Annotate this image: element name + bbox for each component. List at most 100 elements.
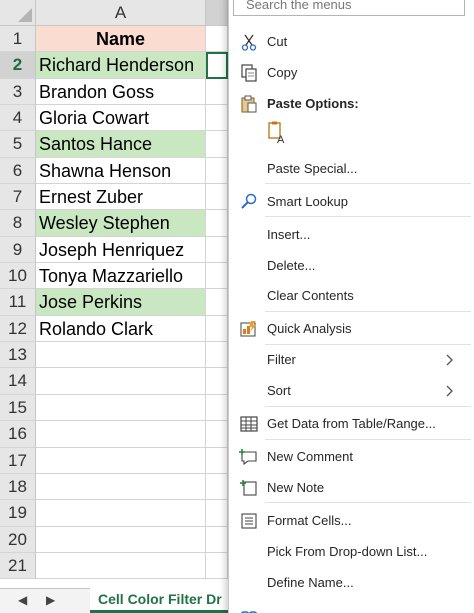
cell-b[interactable] bbox=[206, 263, 228, 290]
scroll-tabs-right-icon[interactable]: ▶ bbox=[46, 593, 55, 607]
cell-b[interactable] bbox=[206, 236, 228, 264]
cell-a4[interactable]: Gloria Cowart bbox=[36, 105, 206, 132]
cell-b[interactable] bbox=[206, 26, 228, 53]
menu-item-link-partial[interactable] bbox=[229, 602, 474, 613]
cell-b[interactable] bbox=[206, 526, 228, 553]
row-header[interactable]: 7 bbox=[0, 184, 36, 211]
menu-item-format-cells[interactable]: Format Cells... bbox=[229, 508, 474, 534]
menu-item-pick-dropdown[interactable]: Pick From Drop-down List... bbox=[229, 539, 474, 565]
cell-empty[interactable] bbox=[36, 447, 206, 474]
menu-search-input[interactable]: Search the menus bbox=[233, 0, 465, 16]
row-header[interactable]: 15 bbox=[0, 394, 36, 422]
row-header[interactable]: 17 bbox=[0, 447, 36, 474]
row-header[interactable]: 16 bbox=[0, 421, 36, 448]
cell-empty[interactable] bbox=[36, 552, 206, 580]
menu-label: Define Name... bbox=[267, 575, 354, 590]
row-header[interactable]: 8 bbox=[0, 210, 36, 237]
cell-b[interactable] bbox=[206, 394, 228, 422]
cell-a10[interactable]: Tonya Mazzariello bbox=[36, 263, 206, 290]
cell-a12[interactable]: Rolando Clark bbox=[36, 315, 206, 343]
cell-b[interactable] bbox=[206, 342, 228, 369]
row-header[interactable]: 6 bbox=[0, 157, 36, 185]
row-header[interactable]: 19 bbox=[0, 500, 36, 527]
cell-a5[interactable]: Santos Hance bbox=[36, 131, 206, 158]
menu-item-insert[interactable]: Insert... bbox=[229, 222, 474, 248]
row-header[interactable]: 13 bbox=[0, 342, 36, 369]
menu-item-new-note[interactable]: New Note bbox=[229, 475, 474, 501]
table-row: 21 bbox=[0, 552, 228, 580]
cell-b[interactable] bbox=[206, 105, 228, 132]
row-header[interactable]: 12 bbox=[0, 315, 36, 343]
column-header-a[interactable]: A bbox=[36, 0, 206, 26]
cell-a8[interactable]: Wesley Stephen bbox=[36, 210, 206, 237]
cell-a7[interactable]: Ernest Zuber bbox=[36, 184, 206, 211]
row-header[interactable]: 4 bbox=[0, 105, 36, 132]
menu-separator bbox=[265, 439, 471, 440]
column-header-b[interactable] bbox=[206, 0, 228, 26]
cell-b[interactable] bbox=[206, 289, 228, 316]
cell-a2[interactable]: Richard Henderson bbox=[36, 52, 206, 79]
cell-empty[interactable] bbox=[36, 500, 206, 527]
cell-b[interactable] bbox=[206, 78, 228, 106]
cell-b[interactable] bbox=[206, 552, 228, 580]
row-header[interactable]: 14 bbox=[0, 368, 36, 395]
cell-b[interactable] bbox=[206, 315, 228, 343]
table-row: 19 bbox=[0, 500, 228, 527]
table-row: 18 bbox=[0, 473, 228, 501]
row-header[interactable]: 5 bbox=[0, 131, 36, 158]
cell-a11[interactable]: Jose Perkins bbox=[36, 289, 206, 316]
cell-a9[interactable]: Joseph Henriquez bbox=[36, 236, 206, 264]
cell-b[interactable] bbox=[206, 184, 228, 211]
row-header[interactable]: 3 bbox=[0, 78, 36, 106]
cell-b[interactable] bbox=[206, 131, 228, 158]
cell-b2-selected[interactable] bbox=[206, 52, 228, 79]
sheet-tab-active[interactable]: Cell Color Filter Dr bbox=[90, 588, 240, 613]
cell-b[interactable] bbox=[206, 157, 228, 185]
table-row: 9 Joseph Henriquez bbox=[0, 236, 228, 264]
select-all-corner[interactable] bbox=[0, 0, 36, 26]
cell-empty[interactable] bbox=[36, 421, 206, 448]
cell-a6[interactable]: Shawna Henson bbox=[36, 157, 206, 185]
cell-a3[interactable]: Brandon Goss bbox=[36, 78, 206, 106]
menu-item-get-data[interactable]: Get Data from Table/Range... bbox=[229, 411, 474, 437]
menu-item-filter[interactable]: Filter bbox=[229, 347, 474, 373]
cell-b[interactable] bbox=[206, 473, 228, 501]
row-header[interactable]: 2 bbox=[0, 52, 36, 79]
scroll-tabs-left-icon[interactable]: ◀ bbox=[18, 593, 27, 607]
table-row: 14 bbox=[0, 368, 228, 395]
row-header[interactable]: 9 bbox=[0, 236, 36, 264]
menu-item-paste-special[interactable]: Paste Special... bbox=[229, 156, 474, 182]
menu-item-cut[interactable]: Cut bbox=[229, 29, 474, 55]
menu-separator bbox=[265, 502, 471, 503]
menu-item-copy[interactable]: Copy bbox=[229, 60, 474, 86]
row-header[interactable]: 20 bbox=[0, 526, 36, 553]
row-header[interactable]: 1 bbox=[0, 26, 36, 53]
menu-item-new-comment[interactable]: New Comment bbox=[229, 444, 474, 470]
cell-empty[interactable] bbox=[36, 368, 206, 395]
cell-a1-name-header[interactable]: Name bbox=[36, 26, 206, 53]
chevron-right-icon bbox=[446, 354, 453, 366]
cell-empty[interactable] bbox=[36, 394, 206, 422]
cell-empty[interactable] bbox=[36, 473, 206, 501]
cell-b[interactable] bbox=[206, 421, 228, 448]
menu-item-define-name[interactable]: Define Name... bbox=[229, 570, 474, 596]
menu-item-delete[interactable]: Delete... bbox=[229, 253, 474, 279]
menu-label: Sort bbox=[267, 383, 291, 398]
cell-empty[interactable] bbox=[36, 526, 206, 553]
row-header[interactable]: 11 bbox=[0, 289, 36, 316]
row-header[interactable]: 10 bbox=[0, 263, 36, 290]
menu-label: Copy bbox=[267, 65, 298, 80]
cell-b[interactable] bbox=[206, 368, 228, 395]
row-header[interactable]: 21 bbox=[0, 552, 36, 580]
menu-item-smart-lookup[interactable]: Smart Lookup bbox=[229, 189, 474, 215]
cell-b[interactable] bbox=[206, 500, 228, 527]
menu-item-clear-contents[interactable]: Clear Contents bbox=[229, 283, 474, 309]
cell-b[interactable] bbox=[206, 447, 228, 474]
paste-option-button[interactable]: A bbox=[229, 120, 474, 150]
paste-options-label: Paste Options: bbox=[267, 96, 359, 111]
menu-item-sort[interactable]: Sort bbox=[229, 378, 474, 404]
menu-item-quick-analysis[interactable]: Quick Analysis bbox=[229, 316, 474, 342]
row-header[interactable]: 18 bbox=[0, 473, 36, 501]
cell-empty[interactable] bbox=[36, 342, 206, 369]
cell-b[interactable] bbox=[206, 210, 228, 237]
